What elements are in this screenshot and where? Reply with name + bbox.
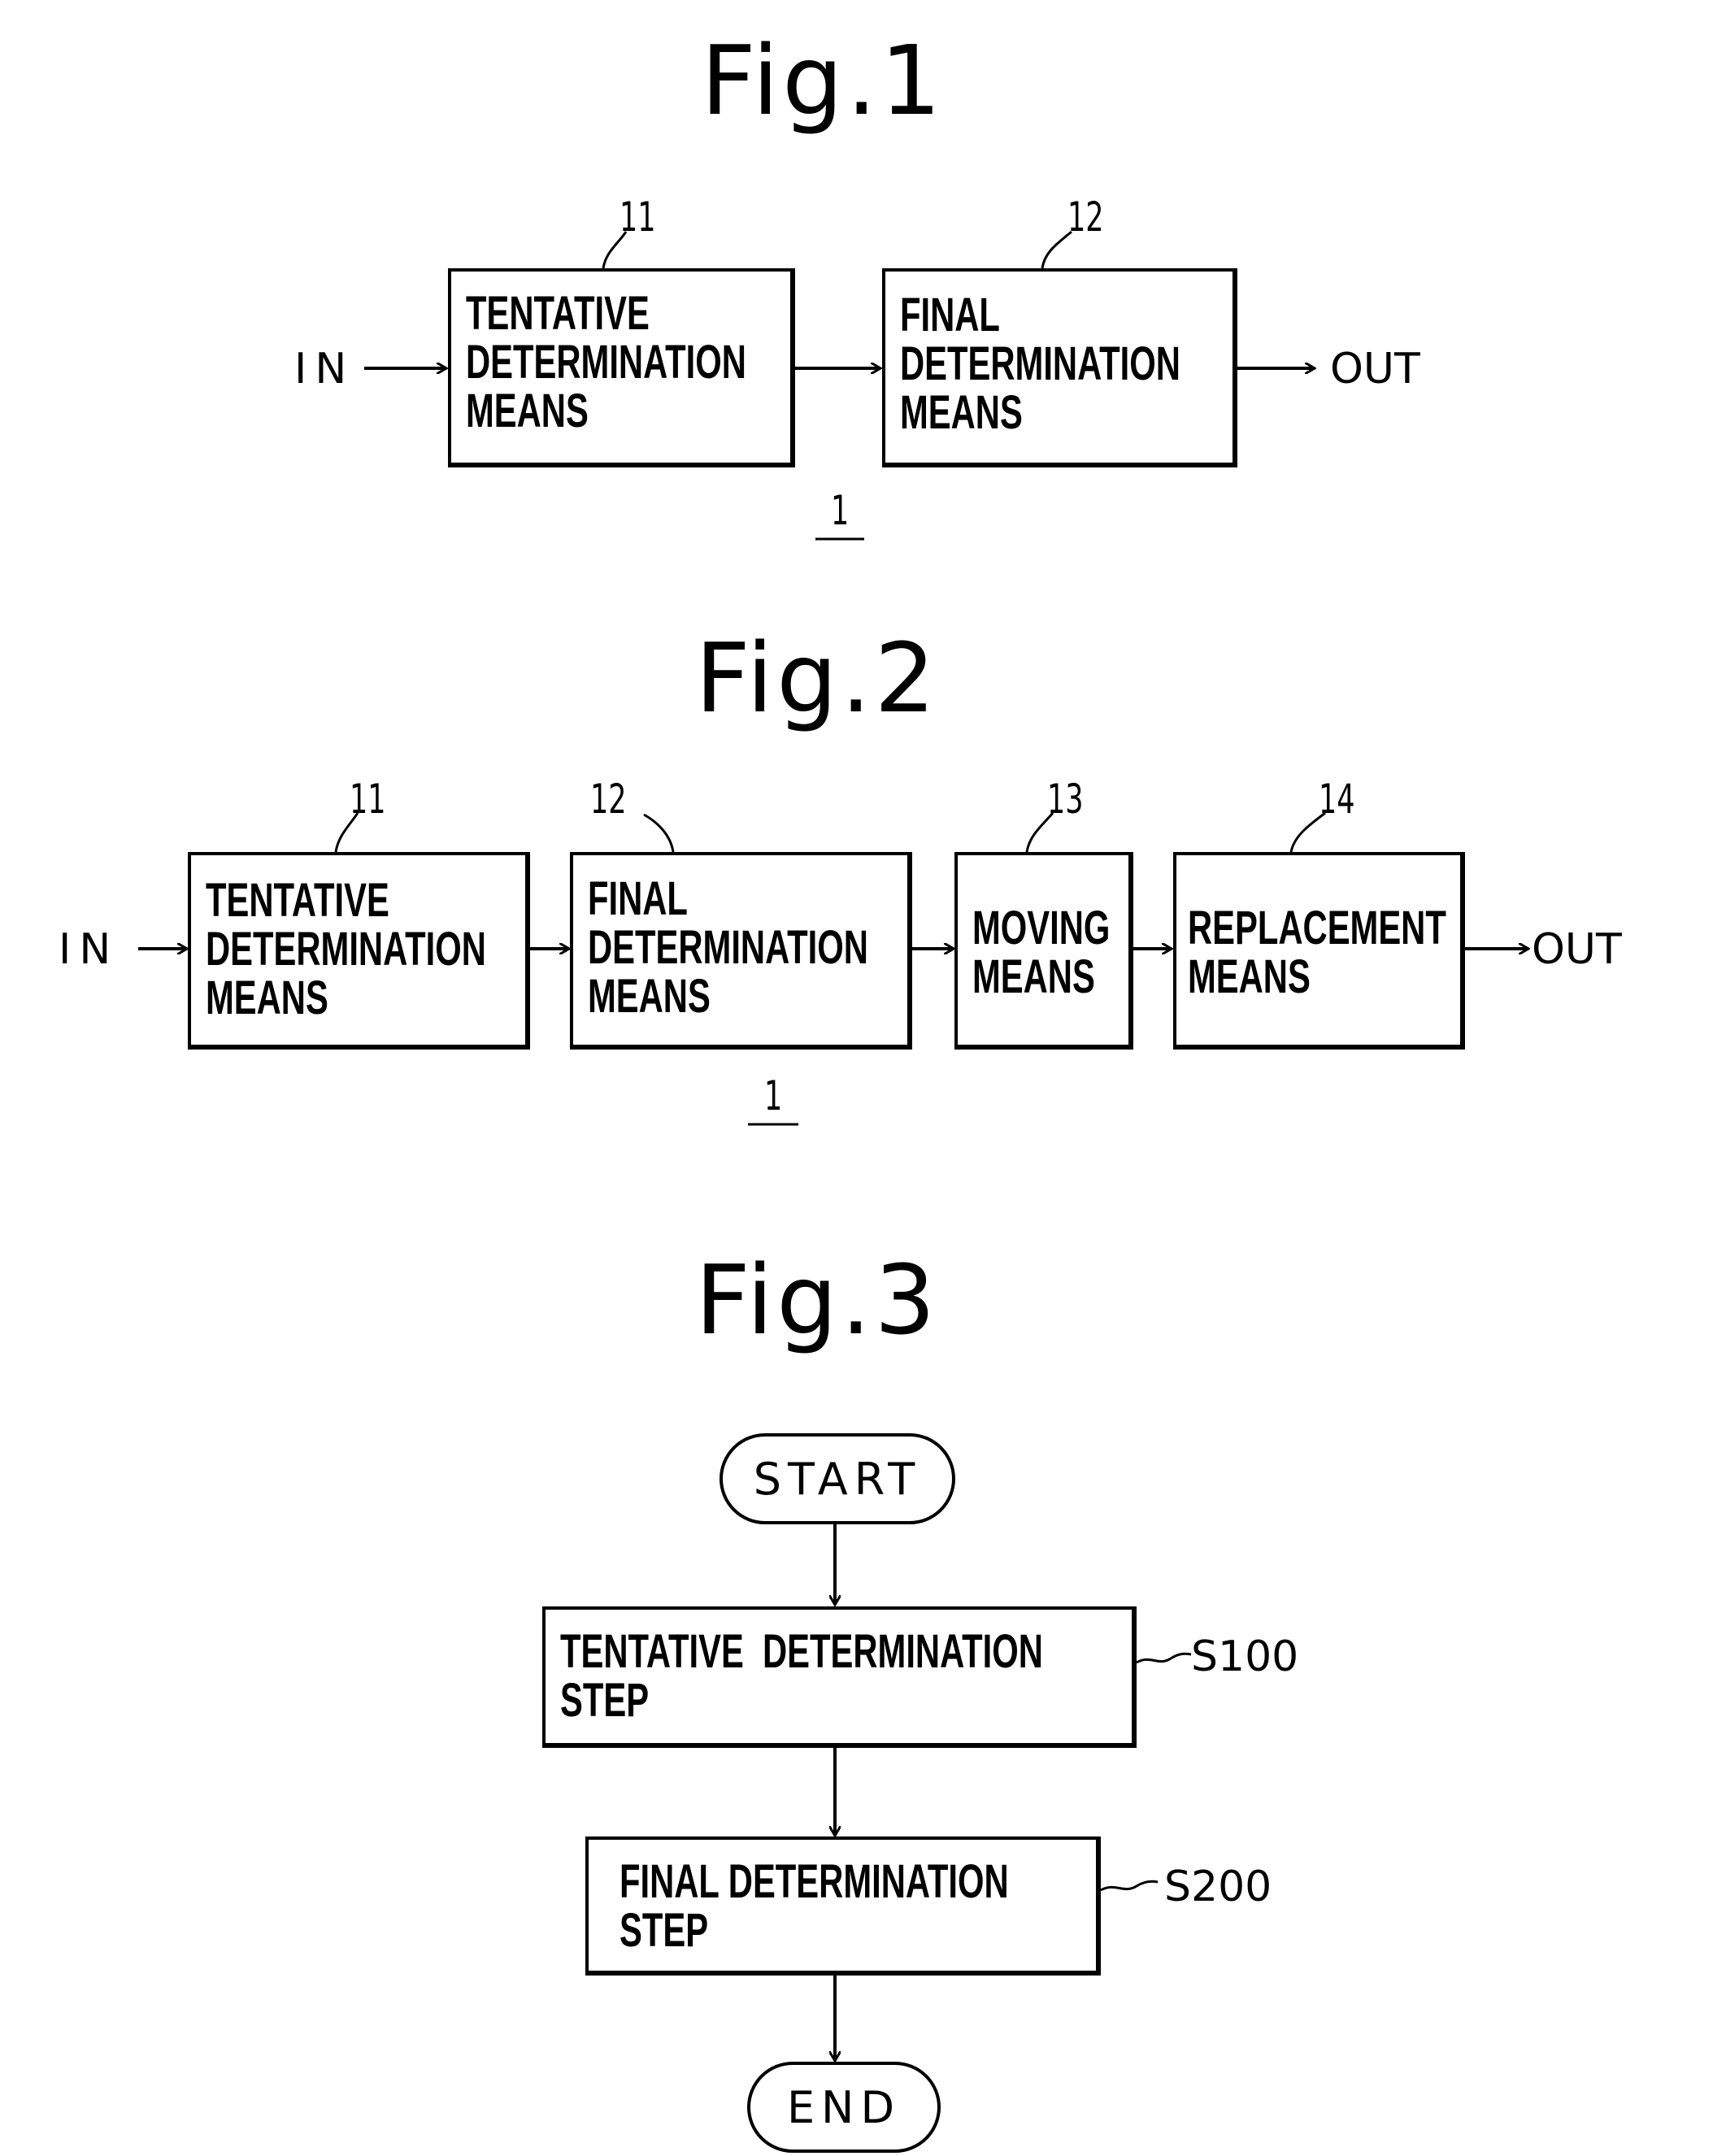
fig2-input-label: IN	[59, 925, 120, 974]
fig3-title: Fig.3	[695, 1244, 939, 1356]
fig1-output-label: OUT	[1330, 345, 1420, 393]
fig3-step-s100-text: TENTATIVE DETERMINATION STEP	[560, 1625, 1043, 1727]
fig3-start-label: START	[753, 1453, 922, 1505]
fig2-block-12-ref: 12	[590, 776, 627, 823]
fig2-block-14-text: REPLACEMENT MEANS	[1188, 902, 1446, 1003]
fig1-tentative-determination-means-block: TENTATIVE DETERMINATION MEANS	[448, 268, 795, 467]
fig3-step-s100-block: TENTATIVE DETERMINATION STEP	[542, 1606, 1137, 1748]
fig2-tentative-determination-means-block: TENTATIVE DETERMINATION MEANS	[188, 852, 530, 1050]
fig2-leader-12	[643, 813, 675, 853]
fig1-block-11-text: TENTATIVE DETERMINATION MEANS	[466, 287, 746, 437]
fig3-step-s200-text: FINAL DETERMINATION STEP	[620, 1855, 1009, 1957]
fig1-final-determination-means-block: FINAL DETERMINATION MEANS	[882, 268, 1237, 467]
fig2-moving-means-block: MOVING MEANS	[954, 852, 1133, 1050]
fig1-title: Fig.1	[701, 24, 945, 137]
connector-lines	[138, 230, 1726, 2156]
fig1-input-label: IN	[294, 345, 355, 393]
fig2-system-ref: 1	[764, 1072, 783, 1119]
fig3-leader-s100	[1136, 1652, 1192, 1664]
fig2-block-14-ref: 14	[1319, 776, 1355, 823]
fig1-block-12-text: FINAL DETERMINATION MEANS	[900, 289, 1180, 439]
fig2-block-11-ref: 11	[350, 776, 386, 823]
fig2-block-12-text: FINAL DETERMINATION MEANS	[588, 872, 868, 1023]
fig1-system-ref: 1	[831, 487, 850, 534]
fig2-block-13-text: MOVING MEANS	[972, 902, 1111, 1003]
fig2-block-11-text: TENTATIVE DETERMINATION MEANS	[206, 874, 486, 1024]
fig3-leader-s200	[1100, 1880, 1159, 1892]
fig2-title: Fig.2	[695, 622, 939, 734]
fig3-end-terminal: END	[747, 2062, 941, 2153]
fig3-step-s100-ref: S100	[1191, 1632, 1299, 1681]
fig1-block-12-ref: 12	[1067, 193, 1104, 241]
fig3-end-label: END	[786, 2081, 902, 2133]
fig2-final-determination-means-block: FINAL DETERMINATION MEANS	[570, 852, 912, 1050]
fig2-replacement-means-block: REPLACEMENT MEANS	[1173, 852, 1465, 1050]
fig3-step-s200-ref: S200	[1164, 1863, 1272, 1911]
fig3-step-s200-block: FINAL DETERMINATION STEP	[585, 1837, 1101, 1976]
fig1-block-11-ref: 11	[620, 193, 656, 241]
fig2-block-13-ref: 13	[1047, 776, 1084, 823]
fig3-start-terminal: START	[720, 1433, 955, 1524]
fig2-output-label: OUT	[1532, 925, 1622, 974]
